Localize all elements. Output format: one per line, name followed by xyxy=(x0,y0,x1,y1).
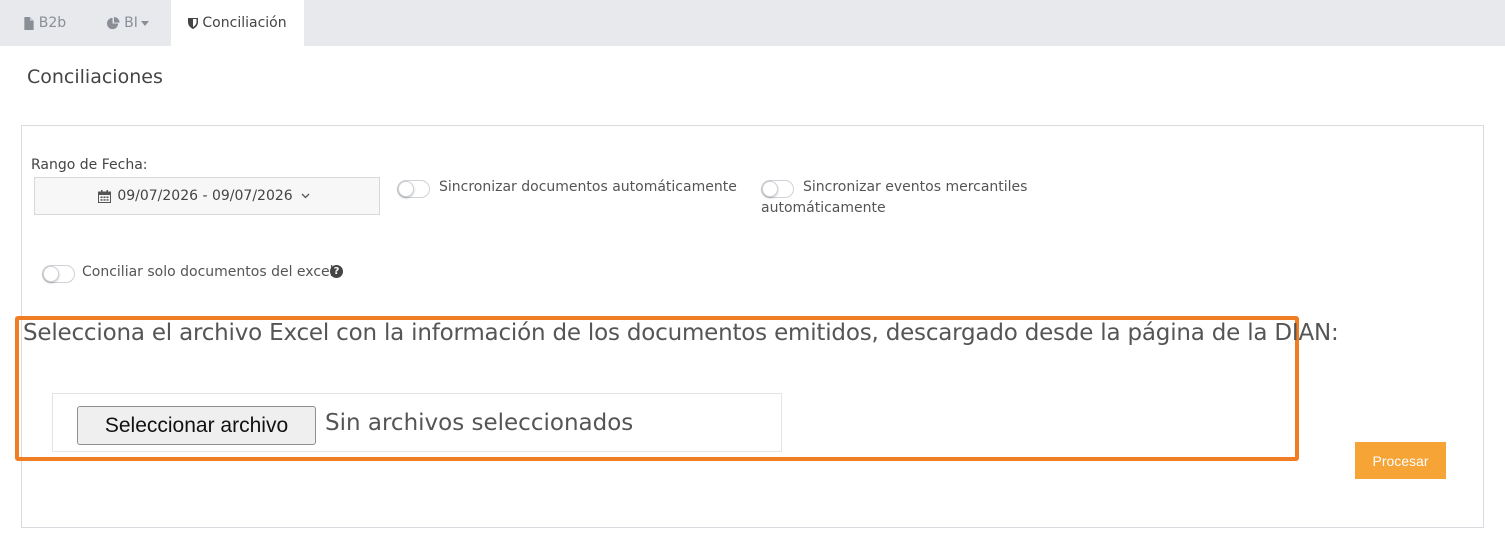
file-status-text: Sin archivos seleccionados xyxy=(325,410,634,436)
select-file-button[interactable]: Seleccionar archivo xyxy=(77,406,316,445)
tab-bi-label: BI xyxy=(124,15,138,31)
page-title: Conciliaciones xyxy=(27,66,163,88)
tab-b2b[interactable]: B2b xyxy=(4,0,85,46)
sync-documents-toggle[interactable] xyxy=(397,180,430,198)
date-range-picker[interactable]: 09/07/2026 - 09/07/2026 xyxy=(34,177,380,215)
file-instruction: Selecciona el archivo Excel con la infor… xyxy=(23,320,1339,346)
date-range-label: Rango de Fecha: xyxy=(31,157,148,173)
sync-documents-label: Sincronizar documentos automáticamente xyxy=(439,179,737,195)
process-button[interactable]: Procesar xyxy=(1355,442,1446,479)
toggle-knob xyxy=(762,181,778,197)
help-icon[interactable]: ? xyxy=(330,265,343,278)
sync-events-label-line1: Sincronizar eventos mercantiles xyxy=(803,179,1028,195)
sync-events-toggle[interactable] xyxy=(761,180,794,198)
tab-b2b-label: B2b xyxy=(38,15,67,31)
excel-only-toggle[interactable] xyxy=(42,265,75,283)
chevron-down-icon xyxy=(301,193,310,199)
shield-icon xyxy=(188,18,199,29)
tab-bar: B2b BI Conciliación xyxy=(0,0,1505,46)
tab-conciliacion[interactable]: Conciliación xyxy=(171,0,304,46)
tab-bi[interactable]: BI xyxy=(86,0,170,46)
date-range-value: 09/07/2026 - 09/07/2026 xyxy=(117,188,293,204)
sync-events-label-line2: automáticamente xyxy=(761,200,886,216)
excel-only-label: Conciliar solo documentos del excel xyxy=(82,264,334,280)
calendar-icon xyxy=(98,189,112,203)
toggle-knob xyxy=(398,181,414,197)
toggle-knob xyxy=(43,266,59,282)
pie-chart-icon xyxy=(107,16,120,29)
file-icon xyxy=(24,16,34,30)
tab-conciliacion-label: Conciliación xyxy=(202,15,287,31)
caret-down-icon xyxy=(140,20,149,26)
